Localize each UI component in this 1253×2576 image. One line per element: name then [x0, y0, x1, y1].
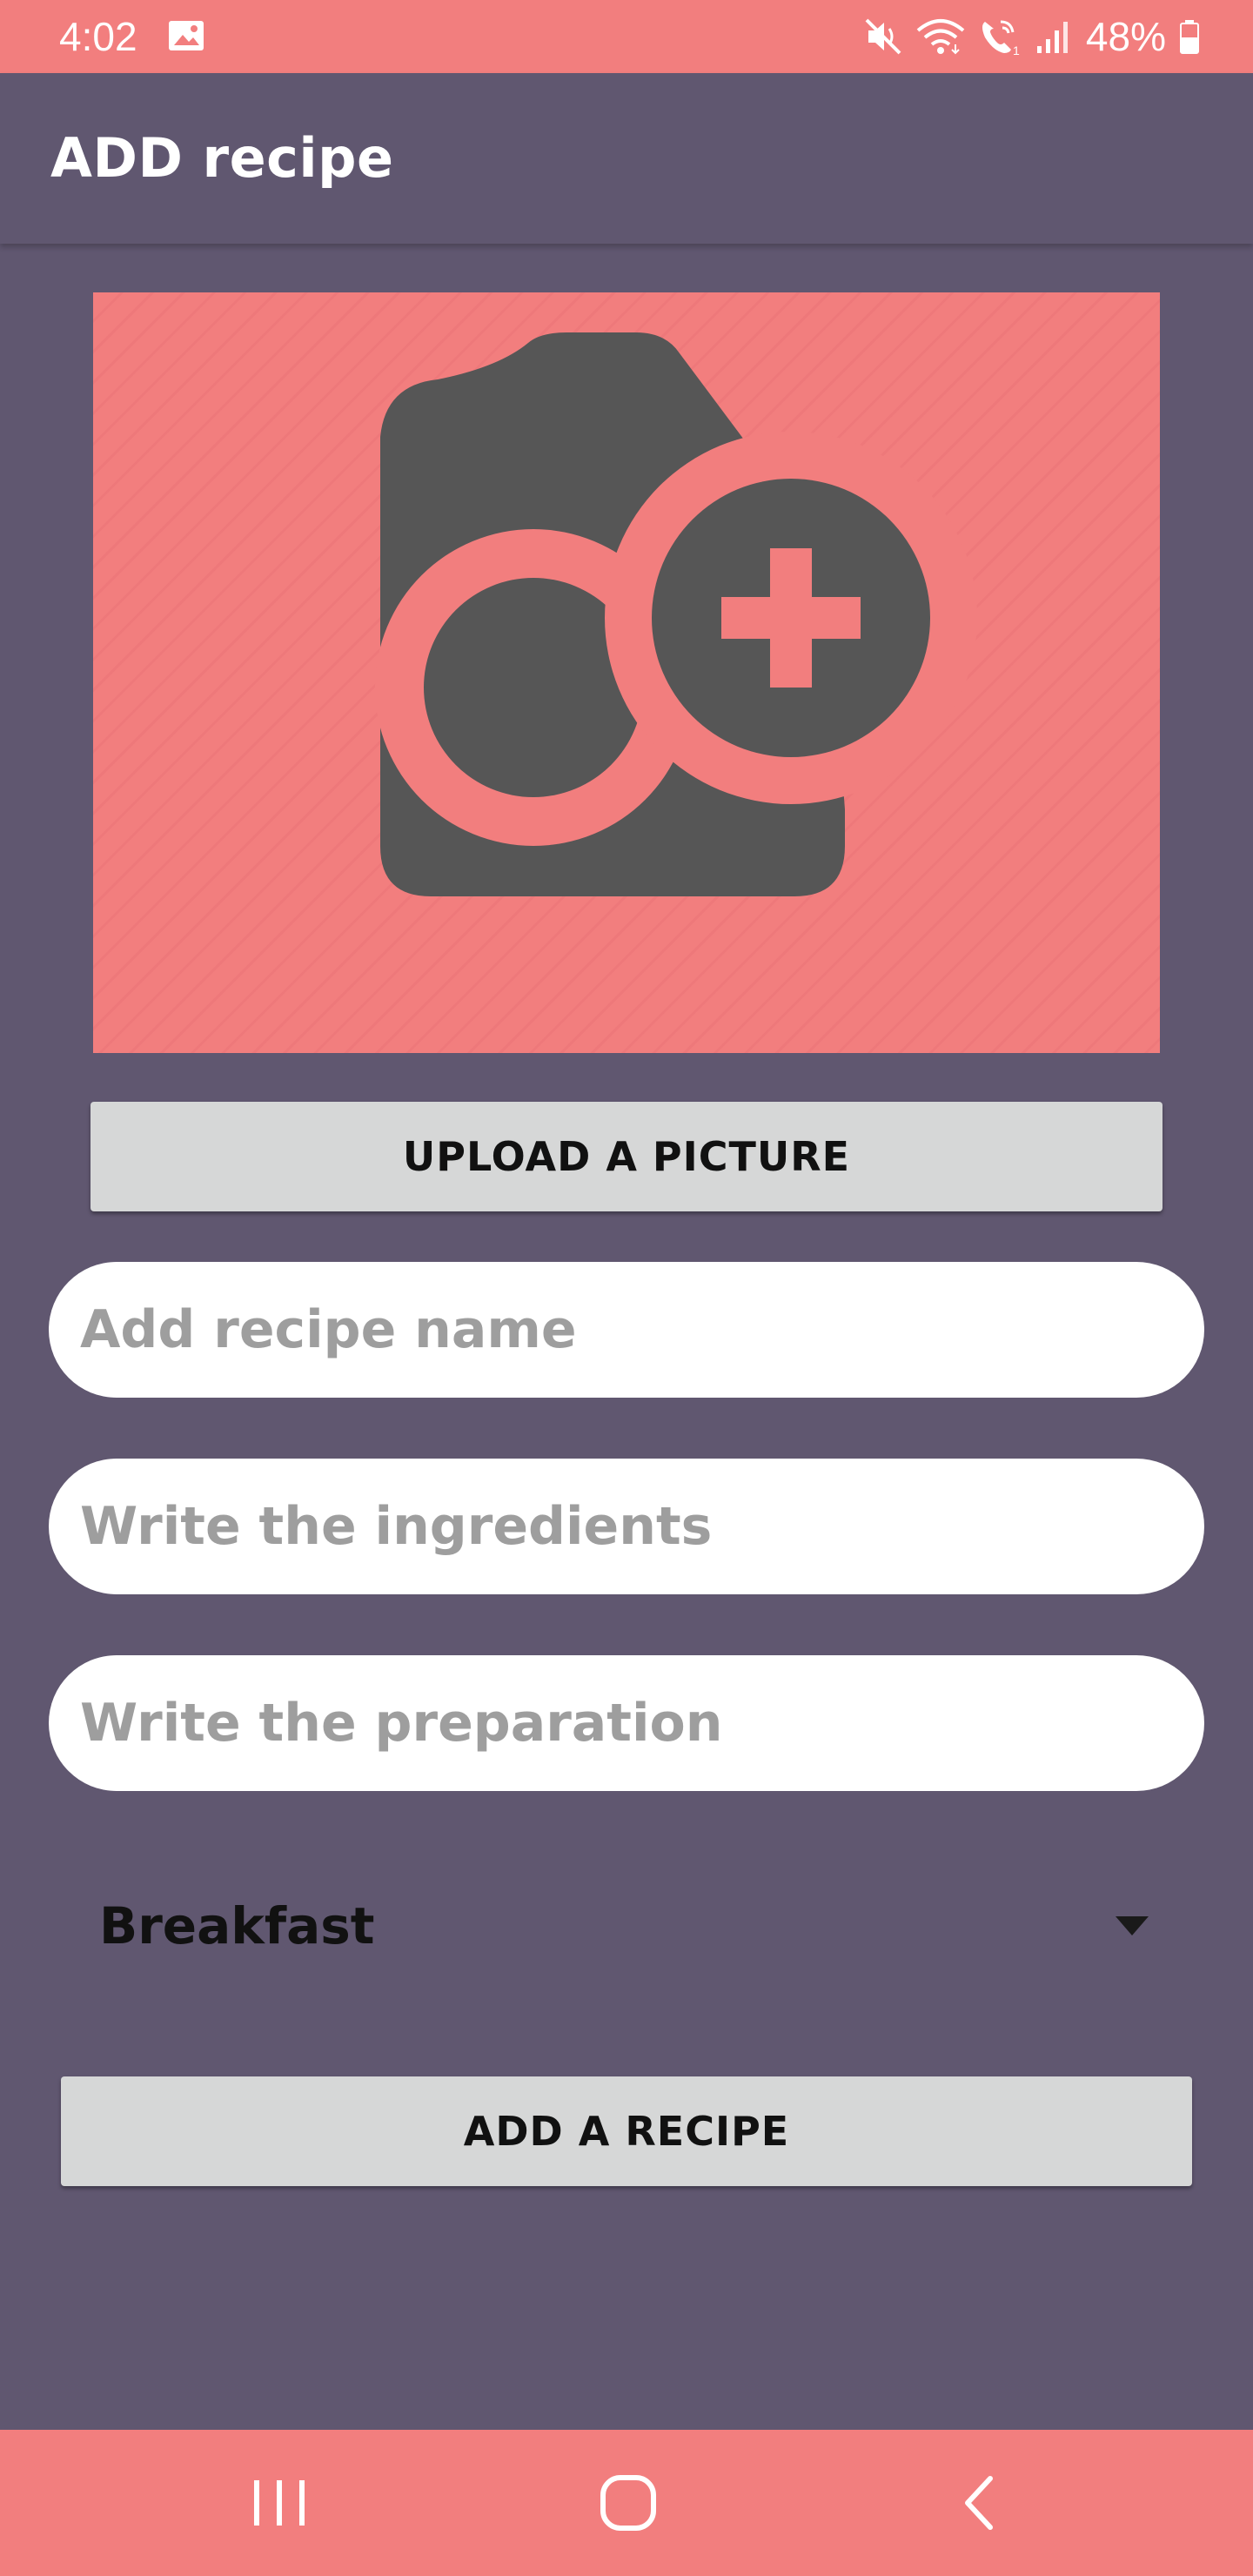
recipe-image-placeholder[interactable]	[93, 292, 1160, 1053]
preparation-input[interactable]	[49, 1655, 1204, 1791]
category-dropdown[interactable]: Breakfast	[61, 1852, 1192, 2000]
ingredients-input[interactable]	[49, 1459, 1204, 1594]
recipe-name-input[interactable]	[49, 1262, 1204, 1398]
status-time: 4:02	[59, 14, 137, 59]
wifi-icon	[916, 19, 965, 55]
signal-icon	[1036, 22, 1068, 53]
svg-text:1: 1	[1013, 44, 1020, 57]
back-icon	[965, 2476, 993, 2530]
mute-icon	[865, 18, 901, 55]
status-bar: 4:02 1 48%	[0, 0, 1253, 73]
recent-apps-button[interactable]	[236, 2459, 323, 2546]
status-icons: 1 48%	[863, 12, 1201, 61]
app-bar: ADD recipe	[0, 73, 1253, 244]
dropdown-arrow-icon	[1116, 1916, 1149, 1935]
recent-apps-icon	[254, 2480, 305, 2526]
battery-percent: 48%	[1085, 14, 1166, 59]
battery-icon	[1180, 20, 1199, 54]
back-button[interactable]	[936, 2459, 1023, 2546]
add-photo-icon	[375, 332, 977, 896]
home-button[interactable]	[585, 2459, 672, 2546]
category-selected-value: Breakfast	[99, 1896, 375, 1955]
page-title: ADD recipe	[50, 126, 394, 190]
upload-picture-button[interactable]: UPLOAD A PICTURE	[90, 1102, 1163, 1211]
navigation-bar	[0, 2430, 1253, 2576]
home-icon	[600, 2475, 656, 2531]
wifi-calling-icon: 1	[982, 20, 1020, 57]
add-recipe-button[interactable]: ADD A RECIPE	[61, 2076, 1192, 2186]
gallery-icon	[169, 21, 204, 50]
